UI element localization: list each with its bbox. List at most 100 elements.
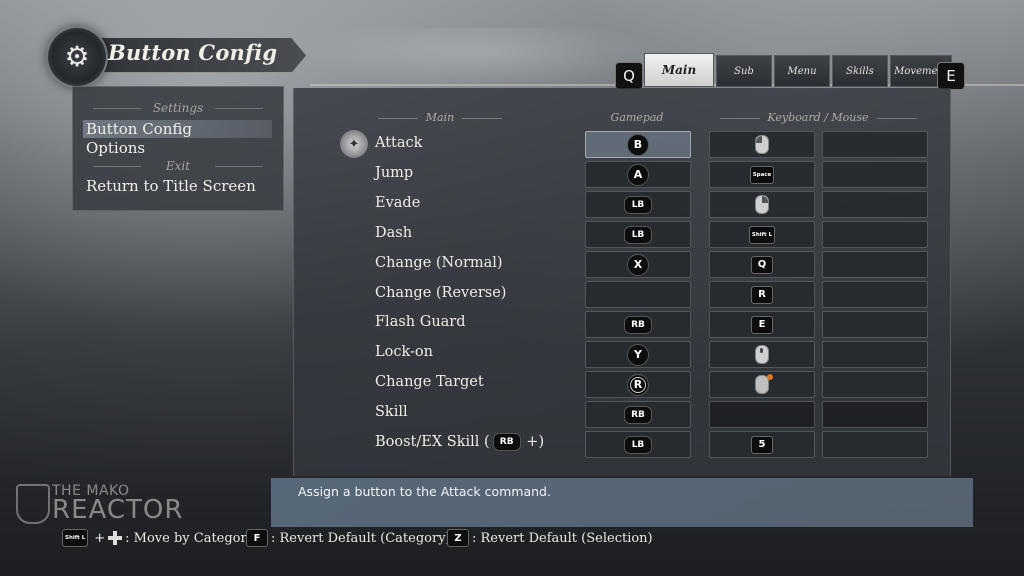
boost-ex-skill-gamepad-slot[interactable]: LB [585,431,691,458]
action-label-change-target: Change Target [375,374,484,390]
evade-keyboard-slot-2[interactable] [822,191,928,218]
gamepad-lb-button-icon: LB [624,225,652,244]
gamepad-rb-button-icon: RB [624,315,652,334]
f-key-icon: F [246,529,268,547]
mouse-move-icon [755,374,773,394]
dpad-icon [108,531,123,545]
page-title: Button Config [108,40,278,65]
evade-keyboard-slot-1[interactable] [709,191,815,218]
shift-l-key-icon: Shift L [62,529,89,547]
settings-menu: Settings Button Config Options Exit Retu… [72,86,284,211]
gamepad-lb-button-icon: LB [624,435,652,454]
e-key-icon: E [751,315,773,334]
boost-ex-skill-keyboard-slot-1[interactable]: 5 [709,431,815,458]
gamepad-lb-button-icon: LB [624,195,652,214]
r-key-icon: R [751,285,773,304]
lock-on-gamepad-slot[interactable]: Y [585,341,691,368]
dash-keyboard-slot-2[interactable] [822,221,928,248]
skill-keyboard-slot-2[interactable] [822,401,928,428]
hint-revert-selection-label: : Revert Default (Selection) [472,530,653,546]
description-text: Assign a button to the Attack command. [298,484,551,499]
change-reverse-keyboard-slot-1[interactable]: R [709,281,815,308]
settings-section-header: Settings [73,101,283,115]
action-label-jump: Jump [375,165,414,181]
selection-cursor-icon: ✦ [340,130,368,158]
dash-keyboard-slot-1[interactable]: Shift L [709,221,815,248]
mouse-right-click-icon [755,195,769,214]
attack-keyboard-slot-1[interactable] [709,131,815,158]
action-label-lock-on: Lock-on [375,344,433,360]
tab-bar: Main Sub Menu Skills Movement [644,53,954,87]
mouse-wheel-click-icon [755,345,769,364]
menu-item-return-to-title[interactable]: Return to Title Screen [83,177,272,195]
action-label-skill: Skill [375,404,408,420]
5-key-icon: 5 [751,435,773,454]
change-target-keyboard-slot-1[interactable] [709,371,815,398]
gamepad-right-stick-icon: R [627,373,649,396]
gamepad-b-button-icon: B [627,133,649,156]
column-header-main: Main [345,111,535,124]
jump-keyboard-slot-2[interactable] [822,161,928,188]
skill-keyboard-slot-1[interactable] [709,401,815,428]
menu-item-button-config[interactable]: Button Config [83,120,272,138]
hint-revert-selection: Z : Revert Default (Selection) [447,529,653,547]
action-label-attack: Attack [375,135,423,151]
action-label-change-normal: Change (Normal) [375,255,503,271]
exit-section-header: Exit [73,159,283,173]
shift-l-key-icon: Shift L [748,225,776,244]
change-reverse-gamepad-slot[interactable] [585,281,691,308]
boost-ex-skill-keyboard-slot-2[interactable] [822,431,928,458]
skill-gamepad-slot[interactable]: RB [585,401,691,428]
z-key-icon: Z [447,529,469,547]
boost-label-prefix: Boost/EX Skill ( [375,434,490,450]
gear-icon: ⚙ [46,26,108,88]
lock-on-keyboard-slot-1[interactable] [709,341,815,368]
attack-keyboard-slot-2[interactable] [822,131,928,158]
column-header-keyboard-mouse: Keyboard / Mouse [710,111,926,124]
action-label-boost-ex-skill: Boost/EX Skill (RB +) [375,429,544,455]
action-label-dash: Dash [375,225,413,241]
menu-item-options[interactable]: Options [83,139,272,157]
flash-guard-keyboard-slot-2[interactable] [822,311,928,338]
change-normal-keyboard-slot-2[interactable] [822,251,928,278]
gamepad-rb-button-icon: RB [492,433,521,451]
hint-revert-category: F : Revert Default (Category) [246,529,451,547]
gamepad-a-button-icon: A [627,163,649,186]
hint-move-by-category: Shift L + : Move by Category [62,529,254,547]
boost-label-suffix: +) [521,434,545,450]
prev-tab-key[interactable]: Q [615,62,643,90]
watermark-logo-icon [16,484,50,524]
space-key-icon: Space [749,165,775,184]
q-key-icon: Q [751,255,773,274]
action-label-change-reverse: Change (Reverse) [375,285,507,301]
jump-keyboard-slot-1[interactable]: Space [709,161,815,188]
attack-gamepad-slot[interactable]: B [585,131,691,158]
gamepad-x-button-icon: X [627,253,649,276]
change-normal-keyboard-slot-1[interactable]: Q [709,251,815,278]
change-target-gamepad-slot[interactable]: R [585,371,691,398]
hint-move-label: : Move by Category [125,530,255,546]
change-target-keyboard-slot-2[interactable] [822,371,928,398]
change-normal-gamepad-slot[interactable]: X [585,251,691,278]
jump-gamepad-slot[interactable]: A [585,161,691,188]
dash-gamepad-slot[interactable]: LB [585,221,691,248]
next-tab-key[interactable]: E [937,62,965,90]
flash-guard-gamepad-slot[interactable]: RB [585,311,691,338]
lock-on-keyboard-slot-2[interactable] [822,341,928,368]
watermark-line-2: REACTOR [52,495,184,525]
change-reverse-keyboard-slot-2[interactable] [822,281,928,308]
flash-guard-keyboard-slot-1[interactable]: E [709,311,815,338]
tab-sub[interactable]: Sub [716,55,772,87]
evade-gamepad-slot[interactable]: LB [585,191,691,218]
tab-main[interactable]: Main [644,53,714,87]
tab-menu[interactable]: Menu [774,55,830,87]
mouse-left-click-icon [755,135,769,154]
action-label-evade: Evade [375,195,421,211]
hint-revert-category-label: : Revert Default (Category) [271,530,451,546]
gamepad-rb-button-icon: RB [624,405,652,424]
tab-skills[interactable]: Skills [832,55,888,87]
gamepad-y-button-icon: Y [627,343,649,366]
column-header-gamepad: Gamepad [610,111,664,124]
action-label-flash-guard: Flash Guard [375,314,466,330]
header-ornament [300,28,660,88]
